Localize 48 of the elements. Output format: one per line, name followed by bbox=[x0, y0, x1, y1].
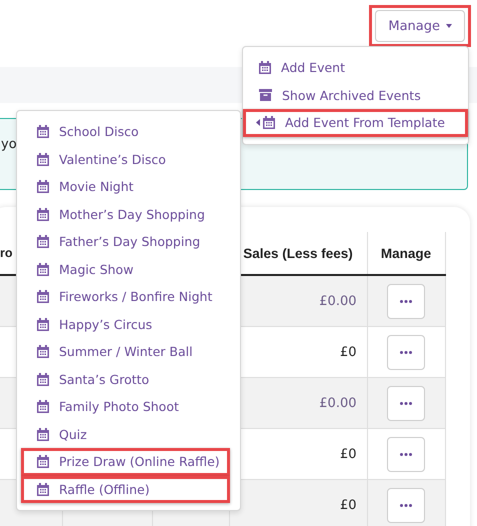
manage-button[interactable]: Manage bbox=[375, 10, 465, 42]
archive-icon bbox=[259, 89, 272, 102]
menu-item[interactable]: Movie Night bbox=[21, 173, 230, 200]
more-icon bbox=[400, 350, 412, 354]
menu-item[interactable]: Magic Show bbox=[21, 256, 230, 283]
menu-item[interactable]: Valentine’s Disco bbox=[21, 146, 230, 173]
menu-item[interactable]: Family Photo Shoot bbox=[21, 393, 230, 420]
calendar-icon bbox=[37, 152, 49, 166]
table-cell: £0 bbox=[229, 480, 367, 526]
menu-item[interactable]: Add Event From Template bbox=[243, 109, 468, 136]
calendar-icon bbox=[37, 180, 49, 194]
menu-item[interactable]: Prize Draw (Online Raffle) bbox=[21, 448, 230, 476]
calendar-icon bbox=[37, 208, 49, 221]
menu-item[interactable]: Raffle (Offline) bbox=[21, 476, 230, 503]
calendar-icon bbox=[37, 125, 49, 138]
menu-item[interactable]: Add Event bbox=[243, 54, 468, 82]
menu-item[interactable]: Happy’s Circus bbox=[21, 310, 230, 338]
menu-item[interactable]: Mother’s Day Shopping bbox=[21, 200, 230, 228]
calendar-icon bbox=[37, 482, 49, 496]
calendar-icon bbox=[259, 61, 271, 74]
more-button[interactable] bbox=[387, 386, 425, 420]
more-icon bbox=[400, 402, 412, 404]
calendar-icon bbox=[37, 428, 49, 441]
calendar-icon bbox=[37, 455, 49, 468]
more-button[interactable] bbox=[387, 334, 425, 370]
more-button[interactable] bbox=[387, 436, 425, 472]
more-icon bbox=[400, 300, 412, 302]
caret-icon bbox=[446, 24, 452, 28]
calendar-icon bbox=[37, 235, 49, 248]
more-button[interactable] bbox=[387, 284, 425, 318]
more-icon bbox=[400, 452, 412, 456]
menu-item[interactable]: Fireworks / Bonfire Night bbox=[21, 283, 230, 310]
calendar-icon bbox=[37, 345, 49, 358]
calendar-icon bbox=[37, 372, 49, 386]
more-icon bbox=[400, 504, 412, 506]
menu-item[interactable]: Father’s Day Shopping bbox=[21, 228, 230, 256]
calendar-icon bbox=[37, 400, 49, 414]
calendar-icon bbox=[37, 262, 49, 276]
calendar-icon bbox=[263, 116, 275, 130]
more-button[interactable] bbox=[387, 488, 425, 522]
calendar-icon bbox=[37, 318, 49, 331]
menu-item[interactable]: Summer / Winter Ball bbox=[21, 338, 230, 366]
menu-item[interactable]: Santa’s Grotto bbox=[21, 366, 230, 393]
menu-item[interactable]: Quiz bbox=[21, 420, 230, 448]
menu-item[interactable]: School Disco bbox=[21, 118, 230, 146]
menu-item[interactable]: Show Archived Events bbox=[243, 82, 468, 109]
alert-text: yo bbox=[1, 137, 17, 152]
calendar-icon bbox=[37, 290, 49, 304]
